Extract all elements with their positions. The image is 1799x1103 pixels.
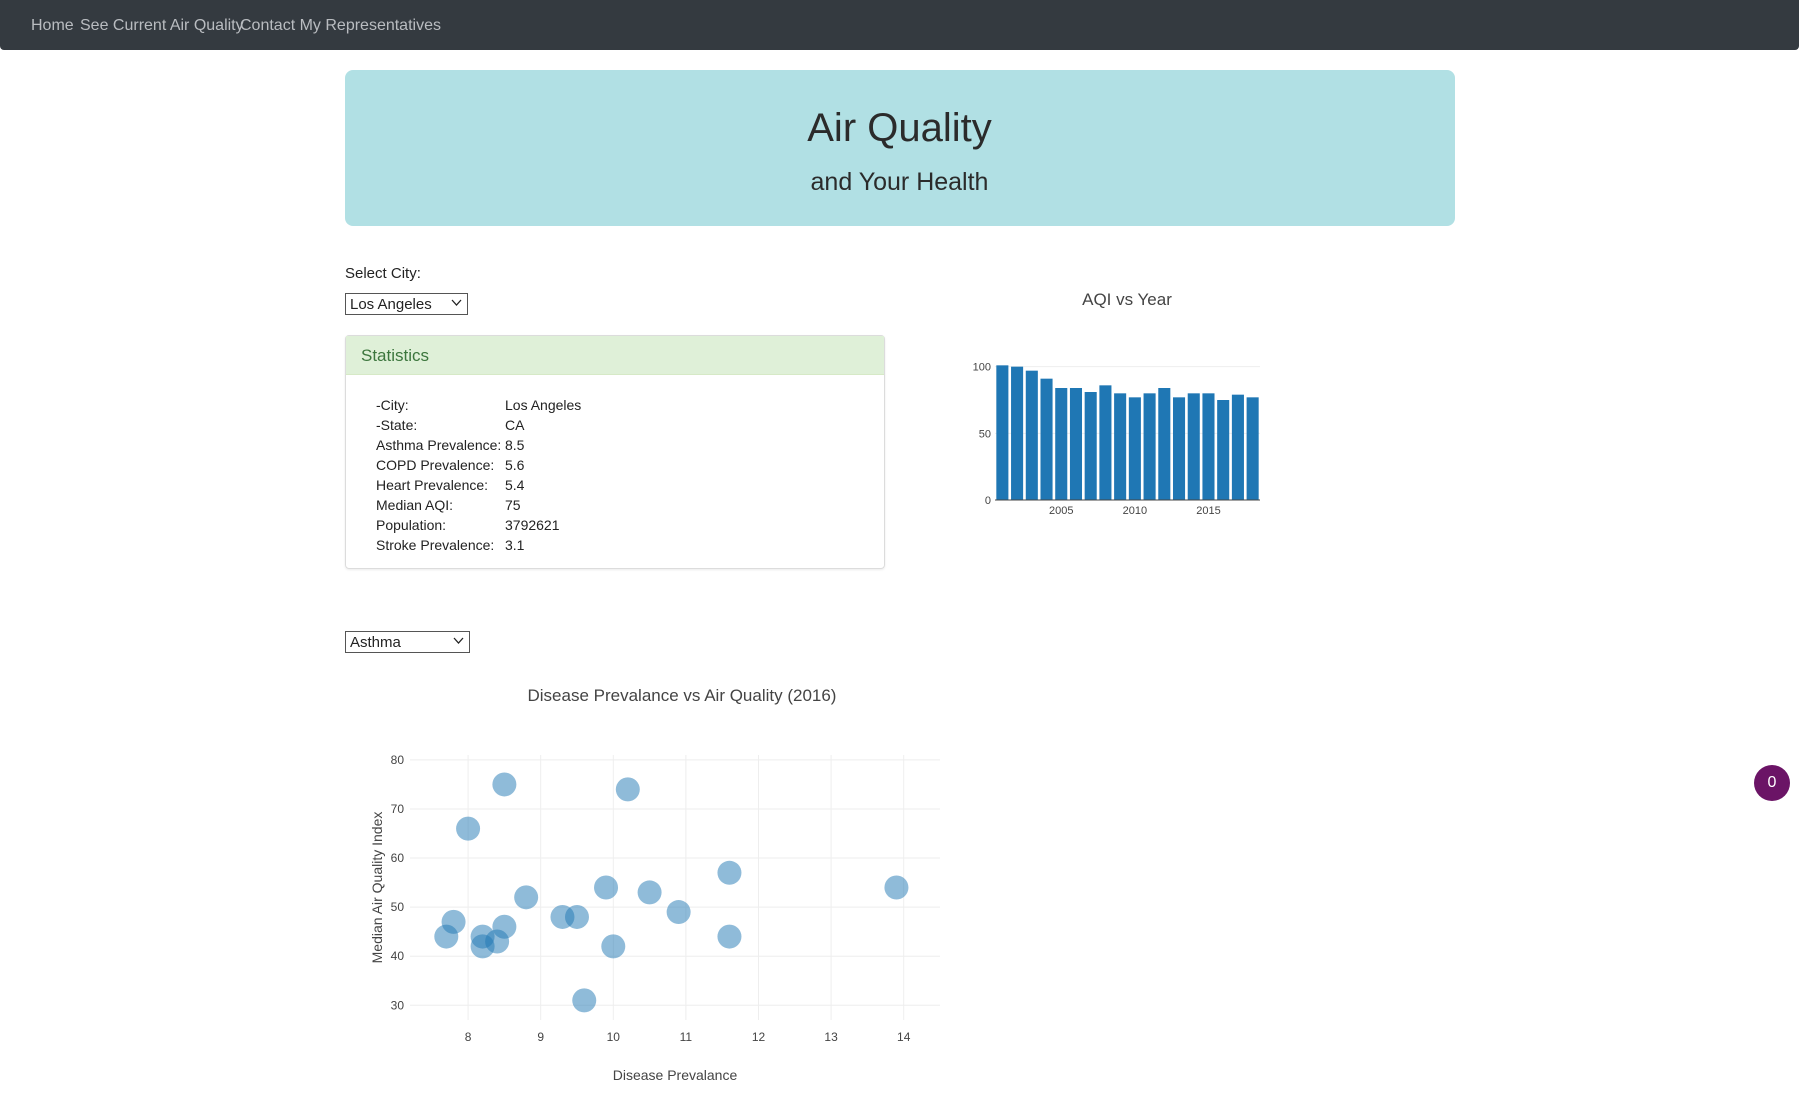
scatter-chart-title: Disease Prevalance vs Air Quality (2016): [527, 686, 837, 705]
scatter-xtick-label: 12: [752, 1030, 766, 1044]
bar-2008: [1099, 385, 1112, 500]
bar-2010: [1128, 397, 1141, 500]
bar-xtick-label: 2010: [1123, 505, 1147, 517]
scatter-xtick-label: 9: [537, 1030, 544, 1044]
scatter-ytick-label: 30: [391, 998, 405, 1012]
bar-2001: [996, 365, 1009, 500]
bar-2009: [1114, 393, 1127, 500]
stat-label-city: -City:: [376, 397, 409, 413]
scatter-point-2: [456, 816, 481, 841]
scatter-point-7: [514, 885, 539, 910]
stat-value-population: 3792621: [505, 517, 560, 533]
stat-label-stroke: Stroke Prevalence:: [376, 537, 495, 553]
scatter-x-axis-label: Disease Prevalance: [613, 1067, 738, 1083]
scatter-ytick-label: 60: [391, 851, 405, 865]
bar-ytick-label: 0: [985, 495, 991, 507]
scatter-point-17: [470, 934, 495, 959]
chevron-down-icon: [453, 637, 464, 644]
scatter-point-10: [564, 904, 589, 929]
bar-2005: [1055, 388, 1068, 500]
bar-chart-title: AQI vs Year: [1082, 290, 1172, 309]
aqi-vs-year-chart: 0 50 100 2005 2010 2015: [973, 362, 1260, 517]
bar-xtick-label: 2015: [1196, 505, 1220, 517]
bar-2013: [1172, 397, 1186, 500]
scatter-point-15: [717, 924, 742, 949]
bar-2018: [1246, 397, 1259, 500]
statistics-title: Statistics: [361, 346, 430, 365]
scatter-point-4: [594, 875, 619, 900]
stat-label-median-aqi: Median AQI:: [376, 497, 454, 513]
navbar: Home See Current Air Quality Contact My …: [0, 0, 1799, 50]
bar-2016: [1217, 400, 1230, 500]
scatter-ytick-label: 80: [391, 753, 405, 767]
scatter-ytick-label: 70: [391, 802, 405, 816]
scatter-point-8: [666, 900, 691, 925]
scatter-point-19: [572, 988, 597, 1013]
city-select-value: Los Angeles: [350, 296, 432, 313]
bar-xtick-label: 2005: [1049, 505, 1073, 517]
city-select[interactable]: Los Angeles: [345, 293, 468, 315]
scatter-ytick-label: 50: [391, 900, 405, 914]
bar-2014: [1187, 393, 1200, 500]
scatter-xtick-label: 11: [680, 1030, 693, 1044]
bar-2017: [1231, 394, 1244, 500]
stat-value-heart: 5.4: [505, 477, 525, 493]
scatter-point-3: [717, 860, 742, 885]
stat-label-asthma: Asthma Prevalence:: [376, 437, 502, 453]
scatter-point-18: [601, 934, 626, 959]
scatter-point-1: [615, 777, 640, 802]
scatter-xtick-label: 10: [607, 1030, 621, 1044]
bar-2002: [1011, 366, 1024, 500]
stat-label-population: Population:: [376, 517, 447, 533]
bar-2007: [1084, 392, 1097, 500]
bar-2003: [1025, 370, 1038, 500]
scatter-xtick-label: 8: [465, 1030, 472, 1044]
scatter-y-axis-label: Median Air Quality Index: [369, 812, 385, 964]
bar-2006: [1069, 388, 1083, 500]
bar-2011: [1143, 393, 1156, 500]
page-title: Air Quality: [807, 106, 992, 150]
page-subtitle: and Your Health: [810, 168, 989, 196]
stat-label-heart: Heart Prevalence:: [376, 477, 489, 493]
scatter-point-5: [884, 875, 909, 900]
scatter-xtick-label: 14: [897, 1030, 911, 1044]
stat-label-state: -State:: [376, 417, 418, 433]
stat-value-city: Los Angeles: [505, 397, 582, 413]
notification-badge[interactable]: 0: [1754, 765, 1790, 801]
statistics-header: Statistics: [346, 336, 884, 375]
disease-select[interactable]: Asthma: [345, 631, 470, 653]
scatter-point-0: [492, 772, 517, 797]
stat-label-copd: COPD Prevalence:: [376, 457, 495, 473]
city-select-label: Select City:: [345, 265, 421, 282]
disease-select-value: Asthma: [350, 634, 401, 651]
bar-2004: [1040, 378, 1053, 500]
stat-value-asthma: 8.5: [505, 437, 525, 453]
bar-2015: [1202, 393, 1215, 500]
disease-vs-air-quality-chart: 8 9 10 11 12 13 14 30 40 50 60 70 80 Disease Prevalan…: [369, 753, 940, 1083]
scatter-point-13: [434, 924, 459, 949]
stat-value-copd: 5.6: [505, 457, 525, 473]
bar-ytick-label: 100: [973, 362, 991, 374]
statistics-card: Statistics -City: Los Angeles -State: CA…: [345, 335, 885, 569]
nav-link-home[interactable]: Home: [31, 17, 74, 35]
bar-2012: [1158, 388, 1171, 500]
scatter-ytick-label: 40: [391, 949, 405, 963]
scatter-point-6: [637, 880, 662, 905]
scatter-xtick-label: 13: [824, 1030, 838, 1044]
stat-value-stroke: 3.1: [505, 537, 525, 553]
stat-value-state: CA: [505, 417, 525, 433]
nav-link-current-air-quality[interactable]: See Current Air Quality: [80, 17, 244, 35]
chevron-down-icon: [451, 299, 462, 306]
stat-value-median-aqi: 75: [505, 497, 521, 513]
bar-ytick-label: 50: [979, 428, 991, 440]
nav-link-contact-representatives[interactable]: Contact My Representatives: [240, 17, 441, 35]
